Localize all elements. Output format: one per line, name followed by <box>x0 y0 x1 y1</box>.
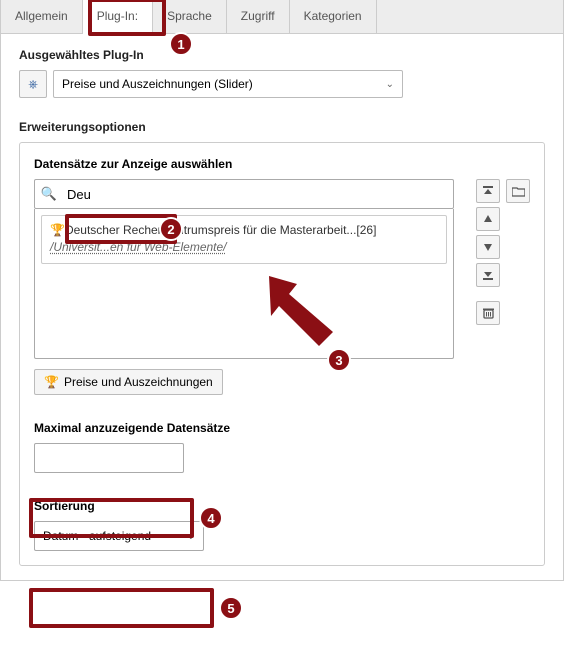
tab-sprache[interactable]: Sprache <box>153 0 227 33</box>
annotation-box-5 <box>29 588 214 628</box>
sorting-label: Sortierung <box>34 499 530 513</box>
records-label: Datensätze zur Anzeige auswählen <box>34 157 530 171</box>
tab-zugriff[interactable]: Zugriff <box>227 0 290 33</box>
records-tools <box>476 179 530 359</box>
move-top-button[interactable] <box>476 179 500 203</box>
chevron-down-icon: ⌄ <box>187 531 195 542</box>
records-suggestion[interactable]: 🏆Deutscher Rechenzentrumspreis für die M… <box>41 215 447 264</box>
trophy-icon: 🏆 <box>44 375 59 389</box>
search-icon: 🔍 <box>35 186 63 202</box>
records-search-input[interactable] <box>63 181 453 207</box>
tab-kategorien[interactable]: Kategorien <box>290 0 377 33</box>
extension-box: Datensätze zur Anzeige auswählen 🔍 🏆Deut… <box>19 142 545 566</box>
selected-plugin-label: Ausgewähltes Plug-In <box>19 48 545 62</box>
extension-heading: Erweiterungsoptionen <box>19 120 545 134</box>
move-down-button[interactable] <box>476 235 500 259</box>
suggestion-path: /Universit...en für Web-Elemente/ <box>50 240 227 254</box>
move-up-button[interactable] <box>476 207 500 231</box>
tab-bar: Allgemein Plug-In: Sprache Zugriff Kateg… <box>1 0 563 34</box>
records-search-row: 🔍 <box>34 179 454 209</box>
max-records-input[interactable] <box>34 443 184 473</box>
max-records-label: Maximal anzuzeigende Datensätze <box>34 421 530 435</box>
awards-tag-label: Preise und Auszeichnungen <box>64 375 213 389</box>
plugin-icon: ⎈ <box>28 77 38 92</box>
plugin-select[interactable]: Preise und Auszeichnungen (Slider) ⌄ <box>53 70 403 98</box>
annotation-badge-5: 5 <box>219 596 243 620</box>
move-bottom-button[interactable] <box>476 263 500 287</box>
tab-allgemein[interactable]: Allgemein <box>1 0 83 33</box>
browse-button[interactable] <box>506 179 530 203</box>
sorting-select[interactable]: Datum - aufsteigend ⌄ <box>34 521 204 551</box>
plugin-select-value: Preise und Auszeichnungen (Slider) <box>62 77 253 91</box>
tab-plugin[interactable]: Plug-In: <box>83 0 153 34</box>
awards-tag-button[interactable]: 🏆 Preise und Auszeichnungen <box>34 369 223 395</box>
sorting-value: Datum - aufsteigend <box>43 529 151 543</box>
chevron-down-icon: ⌄ <box>386 79 394 90</box>
trophy-icon: 🏆 <box>50 223 65 237</box>
suggestion-text: Deutscher Rechenzentrumspreis für die Ma… <box>65 223 376 237</box>
plugin-icon-button[interactable]: ⎈ <box>19 70 47 98</box>
records-list[interactable]: 🏆Deutscher Rechenzentrumspreis für die M… <box>34 209 454 359</box>
delete-button[interactable] <box>476 301 500 325</box>
